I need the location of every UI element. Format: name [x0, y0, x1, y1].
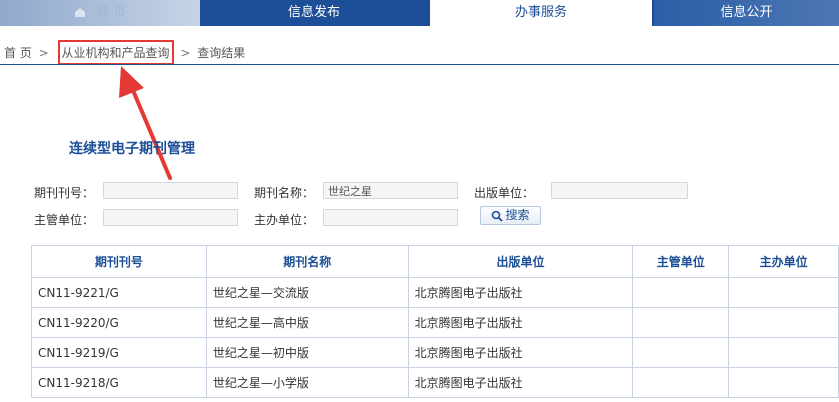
table-row[interactable]: CN11-9220/G 世纪之星—高中版 北京腾图电子出版社 — [31, 307, 839, 338]
issn-label: 期刊刊号： — [34, 186, 95, 200]
search-button[interactable]: 搜索 — [480, 206, 541, 225]
cell-supervisor — [632, 337, 730, 368]
table-row[interactable]: CN11-9219/G 世纪之星—初中版 北京腾图电子出版社 — [31, 337, 839, 368]
cell-name: 世纪之星—初中版 — [205, 337, 409, 368]
publisher-label: 出版单位： — [474, 186, 535, 200]
supervisor-label: 主管单位： — [34, 213, 95, 227]
nav-home[interactable]: 首 页 — [0, 0, 200, 26]
nav-home-label: 首 页 — [95, 5, 127, 20]
header-issn: 期刊刊号 — [31, 245, 207, 278]
cell-issn: CN11-9220/G — [31, 307, 207, 338]
header-publisher: 出版单位 — [407, 245, 634, 278]
cell-publisher: 北京腾图电子出版社 — [407, 307, 634, 338]
supervisor-input[interactable] — [103, 209, 238, 226]
breadcrumb-item-query[interactable]: 从业机构和产品查询 — [57, 40, 174, 65]
cell-name: 世纪之星—小学版 — [205, 367, 409, 398]
cell-publisher: 北京腾图电子出版社 — [407, 367, 634, 398]
cell-name: 世纪之星—交流版 — [205, 277, 409, 308]
search-icon — [492, 210, 504, 222]
cell-sponsor — [728, 307, 839, 338]
sponsor-input[interactable] — [323, 209, 458, 226]
breadcrumb-separator: > — [38, 45, 49, 60]
cell-supervisor — [632, 307, 730, 338]
header-name: 期刊名称 — [205, 245, 409, 278]
issn-input[interactable] — [103, 182, 238, 199]
cell-publisher: 北京腾图电子出版社 — [407, 277, 634, 308]
page-title: 连续型电子期刊管理 — [69, 141, 195, 157]
cell-sponsor — [728, 337, 839, 368]
name-label: 期刊名称： — [254, 186, 315, 200]
cell-issn: CN11-9218/G — [31, 367, 207, 398]
search-button-label: 搜索 — [505, 208, 530, 222]
cell-supervisor — [632, 367, 730, 398]
header-divider — [0, 64, 839, 65]
nav-service[interactable]: 办事服务 — [430, 0, 652, 26]
name-input[interactable] — [323, 182, 458, 199]
nav-info-release[interactable]: 信息发布 — [200, 0, 428, 26]
top-navigation: 首 页 信息发布 办事服务 信息公开 — [0, 0, 839, 26]
table-row[interactable]: CN11-9221/G 世纪之星—交流版 北京腾图电子出版社 — [31, 277, 839, 308]
home-icon — [74, 8, 85, 17]
publisher-input[interactable] — [551, 182, 688, 199]
header-supervisor: 主管单位 — [632, 245, 730, 278]
cell-issn: CN11-9219/G — [31, 337, 207, 368]
cell-issn: CN11-9221/G — [31, 277, 207, 308]
breadcrumb-separator: > — [180, 45, 191, 60]
breadcrumb-home[interactable]: 首 页 — [4, 46, 32, 60]
table-header-row: 期刊刊号 期刊名称 出版单位 主管单位 主办单位 — [31, 245, 839, 278]
cell-sponsor — [728, 367, 839, 398]
table-row[interactable]: CN11-9218/G 世纪之星—小学版 北京腾图电子出版社 — [31, 367, 839, 398]
cell-publisher: 北京腾图电子出版社 — [407, 337, 634, 368]
cell-supervisor — [632, 277, 730, 308]
cell-name: 世纪之星—高中版 — [205, 307, 409, 338]
breadcrumb-current: 查询结果 — [197, 46, 246, 60]
breadcrumb: 首 页 > 从业机构和产品查询 > 查询结果 — [4, 40, 245, 65]
cell-sponsor — [728, 277, 839, 308]
nav-info-public[interactable]: 信息公开 — [654, 0, 839, 26]
header-sponsor: 主办单位 — [728, 245, 839, 278]
sponsor-label: 主办单位： — [254, 213, 315, 227]
results-table: 期刊刊号 期刊名称 出版单位 主管单位 主办单位 CN11-9221/G 世纪之… — [31, 245, 839, 398]
